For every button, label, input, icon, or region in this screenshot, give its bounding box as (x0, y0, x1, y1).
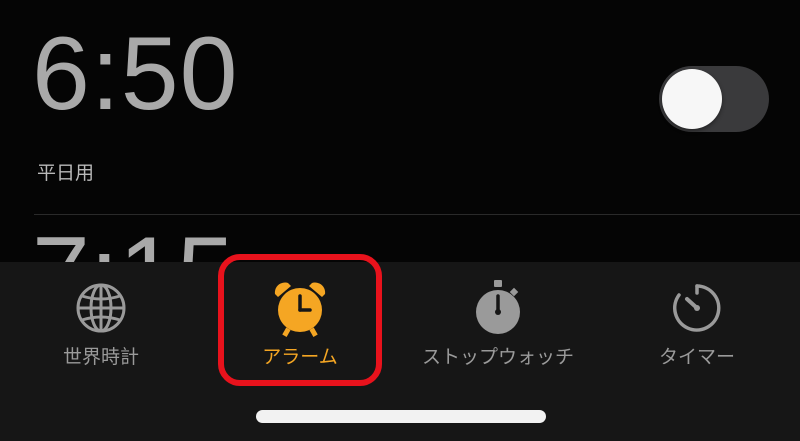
timer-icon (673, 284, 721, 332)
tab-timer[interactable]: タイマー (612, 270, 782, 380)
clock-app-screen: 6:50 平日用 7:15 世界時計 (0, 0, 800, 441)
tab-stopwatch-label: ストップウォッチ (421, 346, 574, 368)
home-indicator[interactable] (256, 410, 546, 423)
tab-timer-label: タイマー (658, 346, 735, 368)
alarm-time: 6:50 (32, 16, 239, 132)
alarm-clock-icon (274, 282, 326, 337)
alarm-row[interactable]: 6:50 平日用 (0, 0, 800, 215)
tab-alarm[interactable]: アラーム (215, 270, 385, 380)
toggle-knob (662, 69, 722, 129)
alarm-divider (34, 214, 800, 215)
tab-alarm-label: アラーム (262, 346, 338, 368)
alarm-label: 平日用 (37, 162, 95, 184)
globe-icon (76, 283, 126, 333)
tab-world-clock-label: 世界時計 (62, 346, 139, 368)
alarm-toggle[interactable] (659, 66, 769, 132)
tab-stopwatch[interactable]: ストップウォッチ (413, 270, 583, 380)
tab-world-clock[interactable]: 世界時計 (16, 270, 186, 380)
stopwatch-icon (476, 280, 520, 334)
